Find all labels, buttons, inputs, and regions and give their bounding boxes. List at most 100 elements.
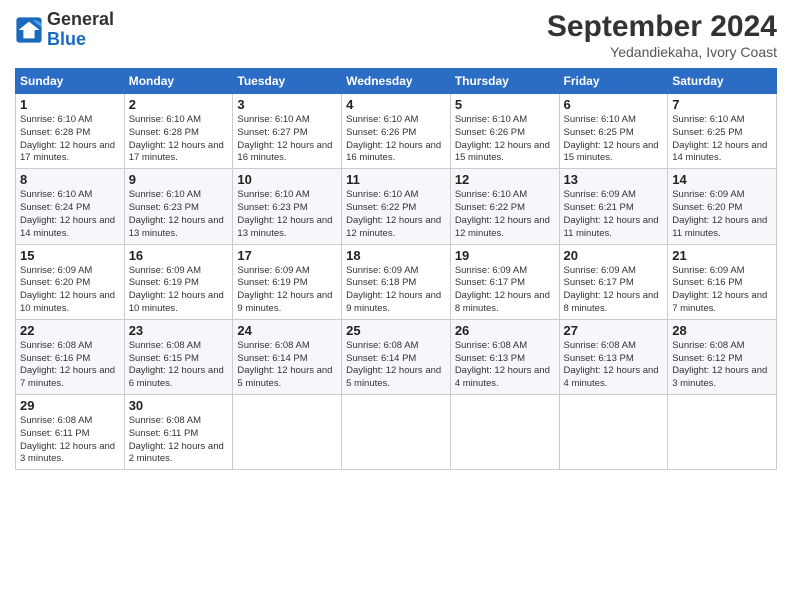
sunrise-label: Sunrise: 6:10 AM: [129, 189, 201, 200]
sunset-label: Sunset: 6:27 PM: [237, 127, 307, 138]
sunrise-label: Sunrise: 6:10 AM: [564, 114, 636, 125]
day-number: 12: [455, 172, 555, 187]
logo-blue: Blue: [47, 29, 86, 49]
day-info: Sunrise: 6:08 AM Sunset: 6:11 PM Dayligh…: [129, 415, 229, 466]
day-number: 20: [564, 248, 664, 263]
sunrise-label: Sunrise: 6:10 AM: [20, 114, 92, 125]
day-info: Sunrise: 6:09 AM Sunset: 6:20 PM Dayligh…: [672, 189, 772, 240]
daylight-label: Daylight: 12 hours and 9 minutes.: [346, 290, 441, 314]
day-number: 6: [564, 97, 664, 112]
sunset-label: Sunset: 6:17 PM: [455, 277, 525, 288]
calendar-cell: 6 Sunrise: 6:10 AM Sunset: 6:25 PM Dayli…: [559, 94, 668, 169]
sunrise-label: Sunrise: 6:10 AM: [129, 114, 201, 125]
sunrise-label: Sunrise: 6:10 AM: [20, 189, 92, 200]
calendar-cell: 13 Sunrise: 6:09 AM Sunset: 6:21 PM Dayl…: [559, 169, 668, 244]
location: Yedandiekaha, Ivory Coast: [547, 44, 777, 60]
day-info: Sunrise: 6:09 AM Sunset: 6:19 PM Dayligh…: [237, 265, 337, 316]
logo: General Blue: [15, 10, 114, 50]
day-info: Sunrise: 6:08 AM Sunset: 6:13 PM Dayligh…: [455, 340, 555, 391]
daylight-label: Daylight: 12 hours and 7 minutes.: [20, 365, 115, 389]
col-saturday: Saturday: [668, 69, 777, 94]
daylight-label: Daylight: 12 hours and 14 minutes.: [672, 140, 767, 164]
sunset-label: Sunset: 6:28 PM: [129, 127, 199, 138]
sunset-label: Sunset: 6:22 PM: [455, 202, 525, 213]
logo-text: General Blue: [47, 10, 114, 50]
day-info: Sunrise: 6:08 AM Sunset: 6:11 PM Dayligh…: [20, 415, 120, 466]
sunrise-label: Sunrise: 6:08 AM: [20, 340, 92, 351]
calendar-cell: [559, 395, 668, 470]
day-info: Sunrise: 6:09 AM Sunset: 6:17 PM Dayligh…: [564, 265, 664, 316]
calendar-cell: 29 Sunrise: 6:08 AM Sunset: 6:11 PM Dayl…: [16, 395, 125, 470]
daylight-label: Daylight: 12 hours and 10 minutes.: [129, 290, 224, 314]
col-sunday: Sunday: [16, 69, 125, 94]
sunrise-label: Sunrise: 6:10 AM: [672, 114, 744, 125]
calendar-header-row: Sunday Monday Tuesday Wednesday Thursday…: [16, 69, 777, 94]
day-info: Sunrise: 6:10 AM Sunset: 6:27 PM Dayligh…: [237, 114, 337, 165]
sunset-label: Sunset: 6:14 PM: [237, 353, 307, 364]
calendar-week-5: 29 Sunrise: 6:08 AM Sunset: 6:11 PM Dayl…: [16, 395, 777, 470]
daylight-label: Daylight: 12 hours and 14 minutes.: [20, 215, 115, 239]
day-info: Sunrise: 6:10 AM Sunset: 6:26 PM Dayligh…: [455, 114, 555, 165]
day-number: 29: [20, 398, 120, 413]
sunset-label: Sunset: 6:19 PM: [237, 277, 307, 288]
day-info: Sunrise: 6:08 AM Sunset: 6:13 PM Dayligh…: [564, 340, 664, 391]
sunset-label: Sunset: 6:15 PM: [129, 353, 199, 364]
day-number: 22: [20, 323, 120, 338]
sunset-label: Sunset: 6:24 PM: [20, 202, 90, 213]
daylight-label: Daylight: 12 hours and 5 minutes.: [346, 365, 441, 389]
day-info: Sunrise: 6:09 AM Sunset: 6:20 PM Dayligh…: [20, 265, 120, 316]
calendar-cell: [450, 395, 559, 470]
daylight-label: Daylight: 12 hours and 2 minutes.: [129, 441, 224, 465]
day-number: 7: [672, 97, 772, 112]
day-number: 8: [20, 172, 120, 187]
calendar-cell: 26 Sunrise: 6:08 AM Sunset: 6:13 PM Dayl…: [450, 319, 559, 394]
calendar-table: Sunday Monday Tuesday Wednesday Thursday…: [15, 68, 777, 470]
sunset-label: Sunset: 6:11 PM: [129, 428, 199, 439]
sunrise-label: Sunrise: 6:09 AM: [672, 265, 744, 276]
col-thursday: Thursday: [450, 69, 559, 94]
day-number: 17: [237, 248, 337, 263]
calendar-cell: 2 Sunrise: 6:10 AM Sunset: 6:28 PM Dayli…: [124, 94, 233, 169]
sunset-label: Sunset: 6:25 PM: [672, 127, 742, 138]
logo-icon: [15, 16, 43, 44]
sunset-label: Sunset: 6:16 PM: [672, 277, 742, 288]
day-info: Sunrise: 6:10 AM Sunset: 6:22 PM Dayligh…: [455, 189, 555, 240]
day-number: 26: [455, 323, 555, 338]
daylight-label: Daylight: 12 hours and 9 minutes.: [237, 290, 332, 314]
daylight-label: Daylight: 12 hours and 11 minutes.: [564, 215, 659, 239]
calendar-cell: 15 Sunrise: 6:09 AM Sunset: 6:20 PM Dayl…: [16, 244, 125, 319]
header: General Blue September 2024 Yedandiekaha…: [15, 10, 777, 60]
day-number: 5: [455, 97, 555, 112]
sunset-label: Sunset: 6:17 PM: [564, 277, 634, 288]
sunrise-label: Sunrise: 6:08 AM: [129, 415, 201, 426]
daylight-label: Daylight: 12 hours and 3 minutes.: [672, 365, 767, 389]
day-info: Sunrise: 6:10 AM Sunset: 6:28 PM Dayligh…: [20, 114, 120, 165]
day-info: Sunrise: 6:10 AM Sunset: 6:26 PM Dayligh…: [346, 114, 446, 165]
sunrise-label: Sunrise: 6:08 AM: [564, 340, 636, 351]
col-wednesday: Wednesday: [342, 69, 451, 94]
day-number: 3: [237, 97, 337, 112]
day-info: Sunrise: 6:10 AM Sunset: 6:23 PM Dayligh…: [237, 189, 337, 240]
calendar-cell: [342, 395, 451, 470]
calendar-cell: 18 Sunrise: 6:09 AM Sunset: 6:18 PM Dayl…: [342, 244, 451, 319]
day-number: 28: [672, 323, 772, 338]
calendar-cell: 28 Sunrise: 6:08 AM Sunset: 6:12 PM Dayl…: [668, 319, 777, 394]
logo-general: General: [47, 9, 114, 29]
sunrise-label: Sunrise: 6:10 AM: [237, 189, 309, 200]
day-info: Sunrise: 6:08 AM Sunset: 6:16 PM Dayligh…: [20, 340, 120, 391]
daylight-label: Daylight: 12 hours and 13 minutes.: [237, 215, 332, 239]
daylight-label: Daylight: 12 hours and 16 minutes.: [346, 140, 441, 164]
calendar-cell: 3 Sunrise: 6:10 AM Sunset: 6:27 PM Dayli…: [233, 94, 342, 169]
sunset-label: Sunset: 6:12 PM: [672, 353, 742, 364]
daylight-label: Daylight: 12 hours and 8 minutes.: [455, 290, 550, 314]
daylight-label: Daylight: 12 hours and 12 minutes.: [346, 215, 441, 239]
calendar-cell: 1 Sunrise: 6:10 AM Sunset: 6:28 PM Dayli…: [16, 94, 125, 169]
daylight-label: Daylight: 12 hours and 17 minutes.: [129, 140, 224, 164]
sunrise-label: Sunrise: 6:08 AM: [672, 340, 744, 351]
day-number: 24: [237, 323, 337, 338]
calendar-cell: 25 Sunrise: 6:08 AM Sunset: 6:14 PM Dayl…: [342, 319, 451, 394]
calendar-cell: 14 Sunrise: 6:09 AM Sunset: 6:20 PM Dayl…: [668, 169, 777, 244]
sunrise-label: Sunrise: 6:08 AM: [237, 340, 309, 351]
day-number: 2: [129, 97, 229, 112]
sunrise-label: Sunrise: 6:09 AM: [237, 265, 309, 276]
